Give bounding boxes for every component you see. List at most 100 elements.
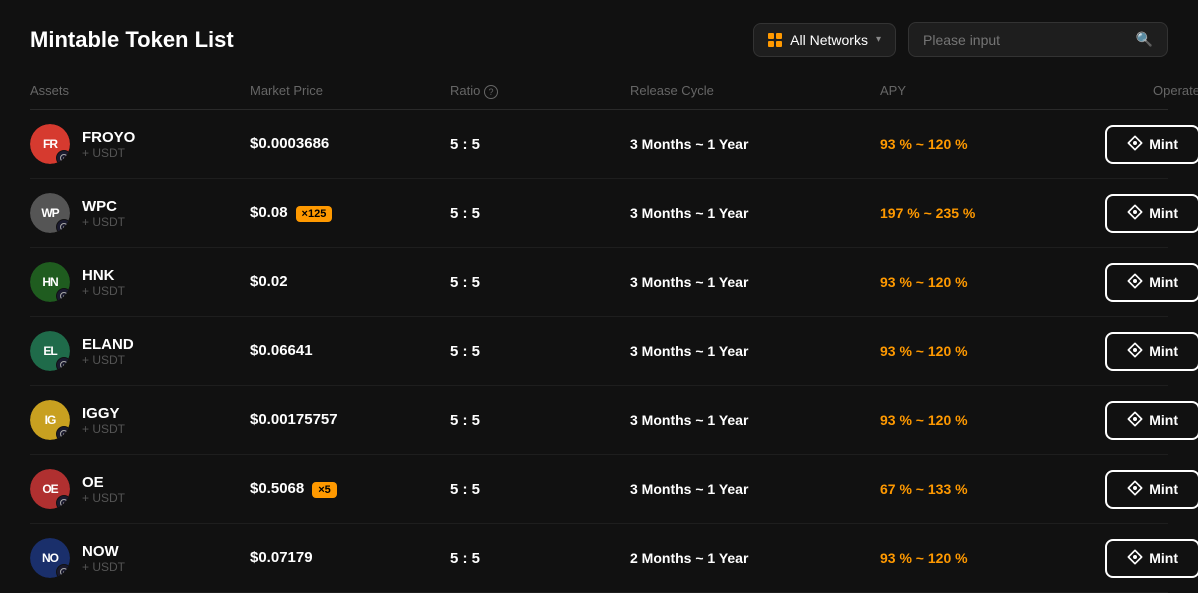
ratio-cell: 5 : 5 [450,481,630,498]
table-row: FR FROYO + USDT $0.0003686 5 : 5 3 Month… [30,110,1168,179]
token-name-group: NOW + USDT [82,543,125,574]
table-row: OE OE + USDT $0.5068×5 5 : 5 3 Months ~ … [30,455,1168,524]
col-operate: Operate [1060,83,1198,99]
token-icon: FR [30,124,70,164]
ratio-cell: 5 : 5 [450,550,630,567]
ratio-cell: 5 : 5 [450,205,630,222]
release-cycle-cell: 3 Months ~ 1 Year [630,136,880,152]
grid-icon [768,33,782,47]
asset-cell: WP WPC + USDT [30,193,250,233]
mint-button[interactable]: Mint [1105,263,1198,302]
asset-cell: OE OE + USDT [30,469,250,509]
mint-button[interactable]: Mint [1105,125,1198,164]
mint-icon [1127,549,1143,568]
mint-label: Mint [1149,343,1178,359]
release-cycle-cell: 2 Months ~ 1 Year [630,550,880,566]
ratio-cell: 5 : 5 [450,412,630,429]
asset-cell: NO NOW + USDT [30,538,250,578]
operate-cell: Mint [1060,539,1198,578]
network-label: All Networks [790,32,868,48]
apy-cell: 93 % ~ 120 % [880,550,1060,566]
col-market-price: Market Price [250,83,450,99]
ratio-cell: 5 : 5 [450,343,630,360]
mint-label: Mint [1149,550,1178,566]
network-selector[interactable]: All Networks ▾ [753,23,896,57]
token-icon: EL [30,331,70,371]
token-pair: + USDT [82,560,125,574]
search-box[interactable]: 🔍 [908,22,1168,57]
asset-cell: FR FROYO + USDT [30,124,250,164]
header-controls: All Networks ▾ 🔍 [753,22,1168,57]
ratio-cell: 5 : 5 [450,274,630,291]
search-input[interactable] [923,32,1128,48]
token-symbol: OE [82,474,125,491]
token-icon: OE [30,469,70,509]
token-icon: NO [30,538,70,578]
mint-label: Mint [1149,136,1178,152]
token-symbol: HNK [82,267,125,284]
operate-cell: Mint [1060,401,1198,440]
token-pair: + USDT [82,353,134,367]
operate-cell: Mint [1060,470,1198,509]
market-price-cell: $0.08×125 [250,204,450,222]
mint-icon [1127,273,1143,292]
mint-button[interactable]: Mint [1105,194,1198,233]
token-pair: + USDT [82,422,125,436]
mint-icon [1127,204,1143,223]
release-cycle-cell: 3 Months ~ 1 Year [630,205,880,221]
apy-cell: 93 % ~ 120 % [880,274,1060,290]
token-symbol: FROYO [82,129,135,146]
apy-cell: 93 % ~ 120 % [880,136,1060,152]
release-cycle-cell: 3 Months ~ 1 Year [630,412,880,428]
release-cycle-cell: 3 Months ~ 1 Year [630,343,880,359]
table-row: WP WPC + USDT $0.08×125 5 : 5 3 Months ~… [30,179,1168,248]
market-price-cell: $0.07179 [250,549,450,567]
table-header: Assets Market Price Ratio ? Release Cycl… [30,75,1168,110]
ratio-help-icon[interactable]: ? [484,85,498,99]
mint-button[interactable]: Mint [1105,470,1198,509]
mint-button[interactable]: Mint [1105,401,1198,440]
token-icon: WP [30,193,70,233]
table-row: NO NOW + USDT $0.07179 5 : 5 2 Months ~ … [30,524,1168,593]
col-release-cycle: Release Cycle [630,83,880,99]
token-pair: + USDT [82,146,135,160]
market-price-cell: $0.00175757 [250,411,450,429]
market-price-cell: $0.06641 [250,342,450,360]
col-apy: APY [880,83,1060,99]
mint-button[interactable]: Mint [1105,332,1198,371]
asset-cell: IG IGGY + USDT [30,400,250,440]
apy-cell: 67 % ~ 133 % [880,481,1060,497]
token-pair: + USDT [82,215,125,229]
token-name-group: FROYO + USDT [82,129,135,160]
token-name-group: IGGY + USDT [82,405,125,436]
token-name-group: HNK + USDT [82,267,125,298]
page-title: Mintable Token List [30,27,234,53]
asset-cell: EL ELAND + USDT [30,331,250,371]
operate-cell: Mint [1060,332,1198,371]
apy-cell: 197 % ~ 235 % [880,205,1060,221]
mint-icon [1127,480,1143,499]
ratio-cell: 5 : 5 [450,136,630,153]
chevron-down-icon: ▾ [876,34,881,45]
mint-icon [1127,135,1143,154]
mint-button[interactable]: Mint [1105,539,1198,578]
token-table: Assets Market Price Ratio ? Release Cycl… [0,75,1198,593]
operate-cell: Mint [1060,194,1198,233]
token-icon: IG [30,400,70,440]
token-name-group: OE + USDT [82,474,125,505]
mint-label: Mint [1149,274,1178,290]
table-body: FR FROYO + USDT $0.0003686 5 : 5 3 Month… [30,110,1168,593]
token-symbol: ELAND [82,336,134,353]
search-icon: 🔍 [1136,31,1153,48]
mint-label: Mint [1149,205,1178,221]
mint-icon [1127,411,1143,430]
market-price-cell: $0.02 [250,273,450,291]
token-name-group: ELAND + USDT [82,336,134,367]
token-pair: + USDT [82,491,125,505]
token-symbol: NOW [82,543,125,560]
apy-cell: 93 % ~ 120 % [880,412,1060,428]
release-cycle-cell: 3 Months ~ 1 Year [630,274,880,290]
release-cycle-cell: 3 Months ~ 1 Year [630,481,880,497]
mint-label: Mint [1149,412,1178,428]
market-price-cell: $0.0003686 [250,135,450,153]
